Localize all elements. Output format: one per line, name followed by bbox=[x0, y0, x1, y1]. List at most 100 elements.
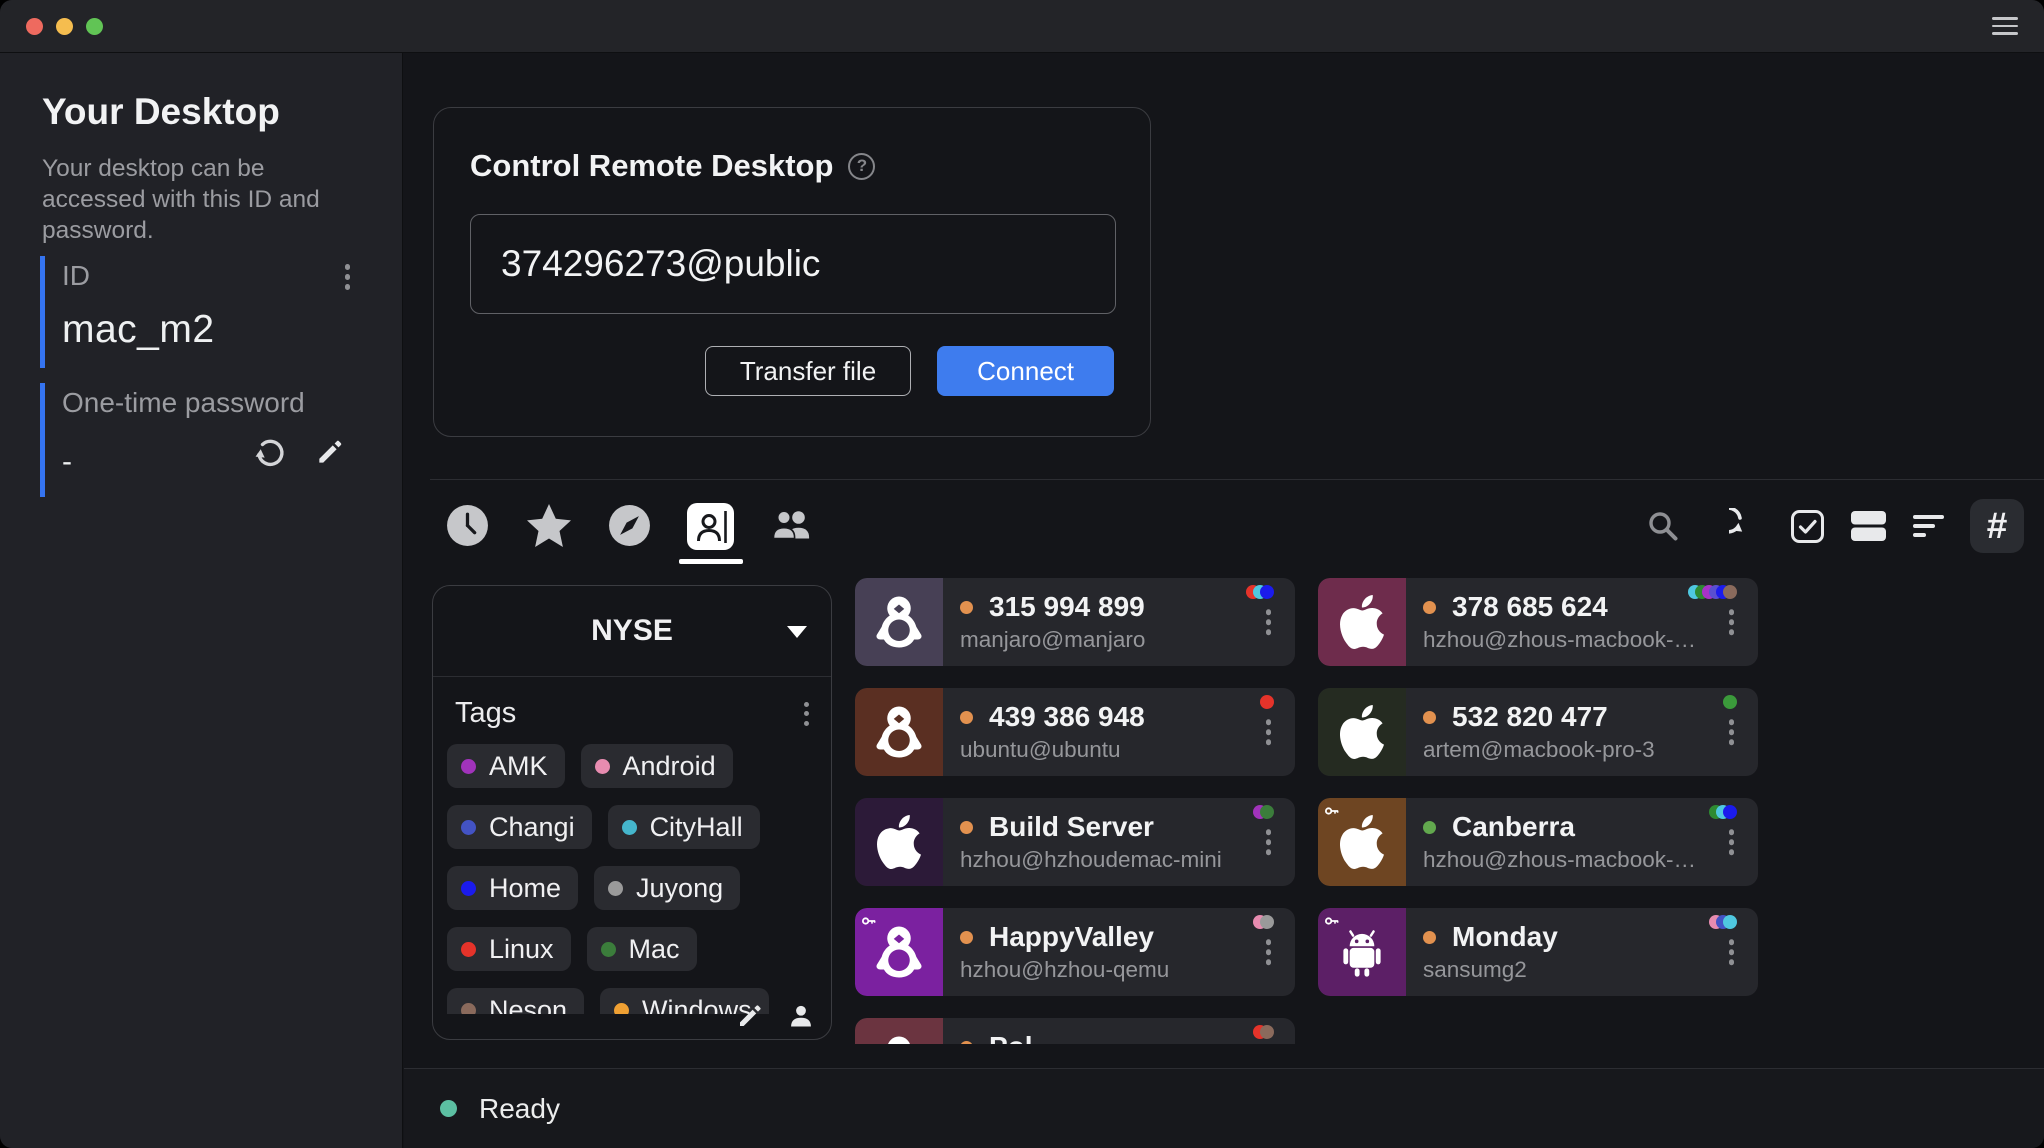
zoom-button[interactable] bbox=[86, 18, 103, 35]
one-time-password-section: One-time password - bbox=[40, 383, 402, 497]
titlebar bbox=[0, 0, 2044, 53]
device-menu-button[interactable] bbox=[1729, 829, 1735, 855]
device-card[interactable]: 315 994 899 manjaro@manjaro bbox=[855, 578, 1295, 666]
sidebar-description: Your desktop can be accessed with this I… bbox=[42, 153, 320, 246]
tab-group[interactable] bbox=[768, 503, 815, 564]
tag-label: Mac bbox=[629, 934, 680, 965]
tag-chip[interactable]: Linux bbox=[447, 927, 571, 971]
device-menu-button[interactable] bbox=[1729, 609, 1735, 635]
search-icon[interactable] bbox=[1646, 509, 1680, 543]
hamburger-menu-icon[interactable] bbox=[1992, 17, 2018, 35]
device-avatar bbox=[855, 578, 943, 666]
tag-chip[interactable]: AMK bbox=[447, 744, 565, 788]
tag-chip[interactable]: Home bbox=[447, 866, 578, 910]
connect-panel-title: Control Remote Desktop bbox=[470, 148, 833, 184]
tag-label: Changi bbox=[489, 812, 575, 843]
connect-button[interactable]: Connect bbox=[937, 346, 1114, 396]
connection-status-dot bbox=[440, 1100, 457, 1117]
device-name: 378 685 624 bbox=[1452, 591, 1608, 623]
tag-color-dot bbox=[614, 1003, 629, 1015]
device-avatar bbox=[855, 1018, 943, 1044]
device-grid: 315 994 899 manjaro@manjaro 378 685 624 … bbox=[855, 578, 1761, 1044]
tag-list: AMK Android Changi CityHall Home Juyong … bbox=[433, 744, 831, 1014]
connect-panel: Control Remote Desktop ? Transfer file C… bbox=[433, 107, 1151, 437]
connection-status-text: Ready bbox=[479, 1093, 560, 1125]
device-tag-dots bbox=[1716, 915, 1737, 929]
online-status-dot bbox=[960, 821, 973, 834]
tag-color-dot bbox=[608, 881, 623, 896]
edit-tag-icon[interactable] bbox=[735, 1001, 765, 1031]
tag-label: AMK bbox=[489, 751, 548, 782]
device-menu-button[interactable] bbox=[1266, 939, 1272, 965]
edit-password-icon[interactable] bbox=[314, 436, 346, 468]
device-card[interactable]: 378 685 624 hzhou@zhous-macbook-… bbox=[1318, 578, 1758, 666]
device-card[interactable]: Pol bbox=[855, 1018, 1295, 1044]
grid-hash-icon[interactable]: # bbox=[1970, 499, 2024, 553]
tag-chip[interactable]: Mac bbox=[587, 927, 697, 971]
device-username: hzhou@hzhoudemac-mini bbox=[960, 847, 1230, 873]
tab-discovered[interactable] bbox=[606, 503, 653, 564]
device-card[interactable]: 532 820 477 artem@macbook-pro-3 bbox=[1318, 688, 1758, 776]
device-tag-dots bbox=[1253, 585, 1274, 599]
tag-chip[interactable]: Juyong bbox=[594, 866, 740, 910]
sidebar-title: Your Desktop bbox=[42, 91, 280, 133]
tag-chip[interactable]: Neson bbox=[447, 988, 584, 1014]
device-tag-dots bbox=[1695, 585, 1737, 599]
traffic-lights bbox=[26, 18, 103, 35]
device-name: Build Server bbox=[989, 811, 1154, 843]
device-menu-button[interactable] bbox=[1266, 719, 1272, 745]
device-menu-button[interactable] bbox=[1729, 939, 1735, 965]
apple-logo-icon bbox=[1335, 812, 1389, 872]
tab-favorites[interactable] bbox=[525, 503, 572, 564]
tab-recent-sessions[interactable] bbox=[444, 503, 491, 564]
online-status-dot bbox=[960, 1041, 973, 1045]
device-menu-button[interactable] bbox=[1729, 719, 1735, 745]
device-card[interactable]: Monday sansumg2 bbox=[1318, 908, 1758, 996]
device-name: 439 386 948 bbox=[989, 701, 1145, 733]
refresh-icon[interactable] bbox=[1729, 508, 1765, 544]
key-icon bbox=[1324, 803, 1340, 819]
device-tag-dots bbox=[1716, 805, 1737, 819]
minimize-button[interactable] bbox=[56, 18, 73, 35]
regenerate-password-icon[interactable] bbox=[252, 435, 286, 469]
compass-icon bbox=[607, 503, 652, 553]
device-tag-dots bbox=[1260, 1025, 1274, 1039]
tag-color-dot bbox=[601, 942, 616, 957]
id-value[interactable]: mac_m2 bbox=[62, 308, 402, 352]
online-status-dot bbox=[1423, 931, 1436, 944]
device-name: 532 820 477 bbox=[1452, 701, 1608, 733]
remote-id-input[interactable] bbox=[470, 214, 1116, 314]
tag-color-dot bbox=[461, 942, 476, 957]
device-card[interactable]: Canberra hzhou@zhous-macbook-… bbox=[1318, 798, 1758, 886]
help-icon[interactable]: ? bbox=[848, 153, 875, 180]
sort-icon[interactable] bbox=[1912, 511, 1945, 541]
device-avatar bbox=[1318, 908, 1406, 996]
status-bar: Ready bbox=[404, 1068, 2044, 1148]
tag-chip[interactable]: Android bbox=[581, 744, 733, 788]
device-tag-dots bbox=[1267, 695, 1274, 709]
id-menu-button[interactable] bbox=[345, 264, 351, 290]
clock-icon bbox=[445, 503, 490, 553]
device-card[interactable]: Build Server hzhou@hzhoudemac-mini bbox=[855, 798, 1295, 886]
tags-label: Tags bbox=[455, 697, 516, 730]
device-username: artem@macbook-pro-3 bbox=[1423, 737, 1693, 763]
id-label: ID bbox=[62, 260, 402, 292]
device-card[interactable]: HappyValley hzhou@hzhou-qemu bbox=[855, 908, 1295, 996]
device-menu-button[interactable] bbox=[1266, 829, 1272, 855]
tag-label: Juyong bbox=[636, 873, 723, 904]
people-icon bbox=[769, 503, 815, 553]
tags-menu-button[interactable] bbox=[804, 702, 809, 726]
checkbox-icon[interactable] bbox=[1790, 509, 1825, 544]
device-username: hzhou@zhous-macbook-… bbox=[1423, 847, 1693, 873]
close-button[interactable] bbox=[26, 18, 43, 35]
list-view-icon[interactable] bbox=[1850, 508, 1887, 544]
transfer-file-button[interactable]: Transfer file bbox=[705, 346, 911, 396]
device-card[interactable]: 439 386 948 ubuntu@ubuntu bbox=[855, 688, 1295, 776]
address-book-dropdown[interactable]: NYSE bbox=[433, 586, 831, 677]
add-person-icon[interactable] bbox=[787, 1002, 815, 1030]
device-menu-button[interactable] bbox=[1266, 609, 1272, 635]
tab-address-book[interactable] bbox=[687, 503, 734, 564]
tag-chip[interactable]: CityHall bbox=[608, 805, 760, 849]
tag-chip[interactable]: Changi bbox=[447, 805, 592, 849]
device-name: Monday bbox=[1452, 921, 1558, 953]
